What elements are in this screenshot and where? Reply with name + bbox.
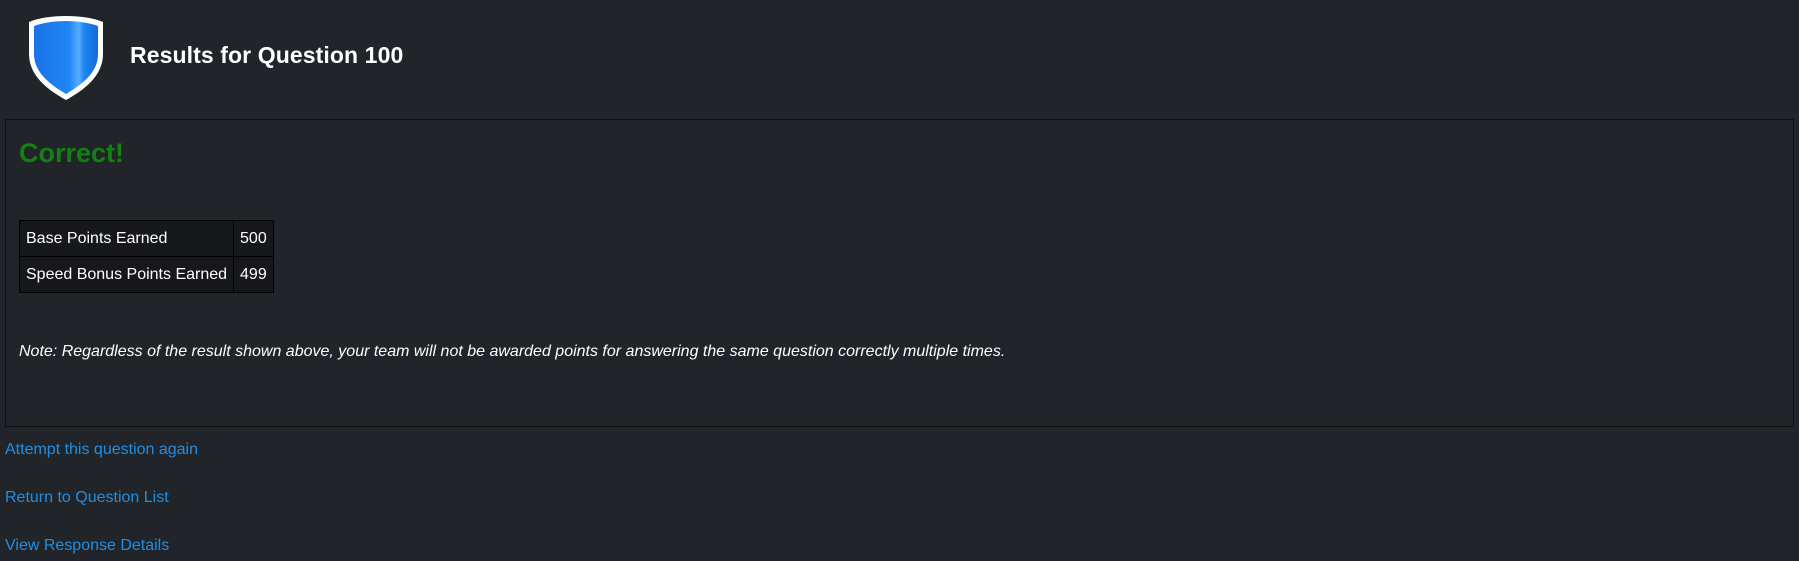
base-points-label: Base Points Earned: [18, 220, 235, 257]
base-points-value: 500: [233, 220, 274, 257]
shield-icon: [29, 16, 103, 100]
return-to-list-link[interactable]: Return to Question List: [5, 489, 169, 507]
speed-bonus-label: Speed Bonus Points Earned: [18, 256, 235, 293]
table-row: Speed Bonus Points Earned 499: [18, 256, 274, 293]
page-header: Results for Question 100: [0, 0, 1799, 118]
speed-bonus-value: 499: [233, 256, 274, 293]
result-status: Correct!: [19, 138, 125, 168]
attempt-again-link[interactable]: Attempt this question again: [5, 441, 198, 459]
result-note: Note: Regardless of the result shown abo…: [19, 343, 1006, 360]
points-table: Base Points Earned 500 Speed Bonus Point…: [18, 220, 274, 293]
table-row: Base Points Earned 500: [18, 220, 274, 257]
view-response-details-link[interactable]: View Response Details: [5, 537, 169, 555]
page-title: Results for Question 100: [130, 42, 404, 68]
result-panel: Correct! Base Points Earned 500 Speed Bo…: [5, 119, 1794, 427]
